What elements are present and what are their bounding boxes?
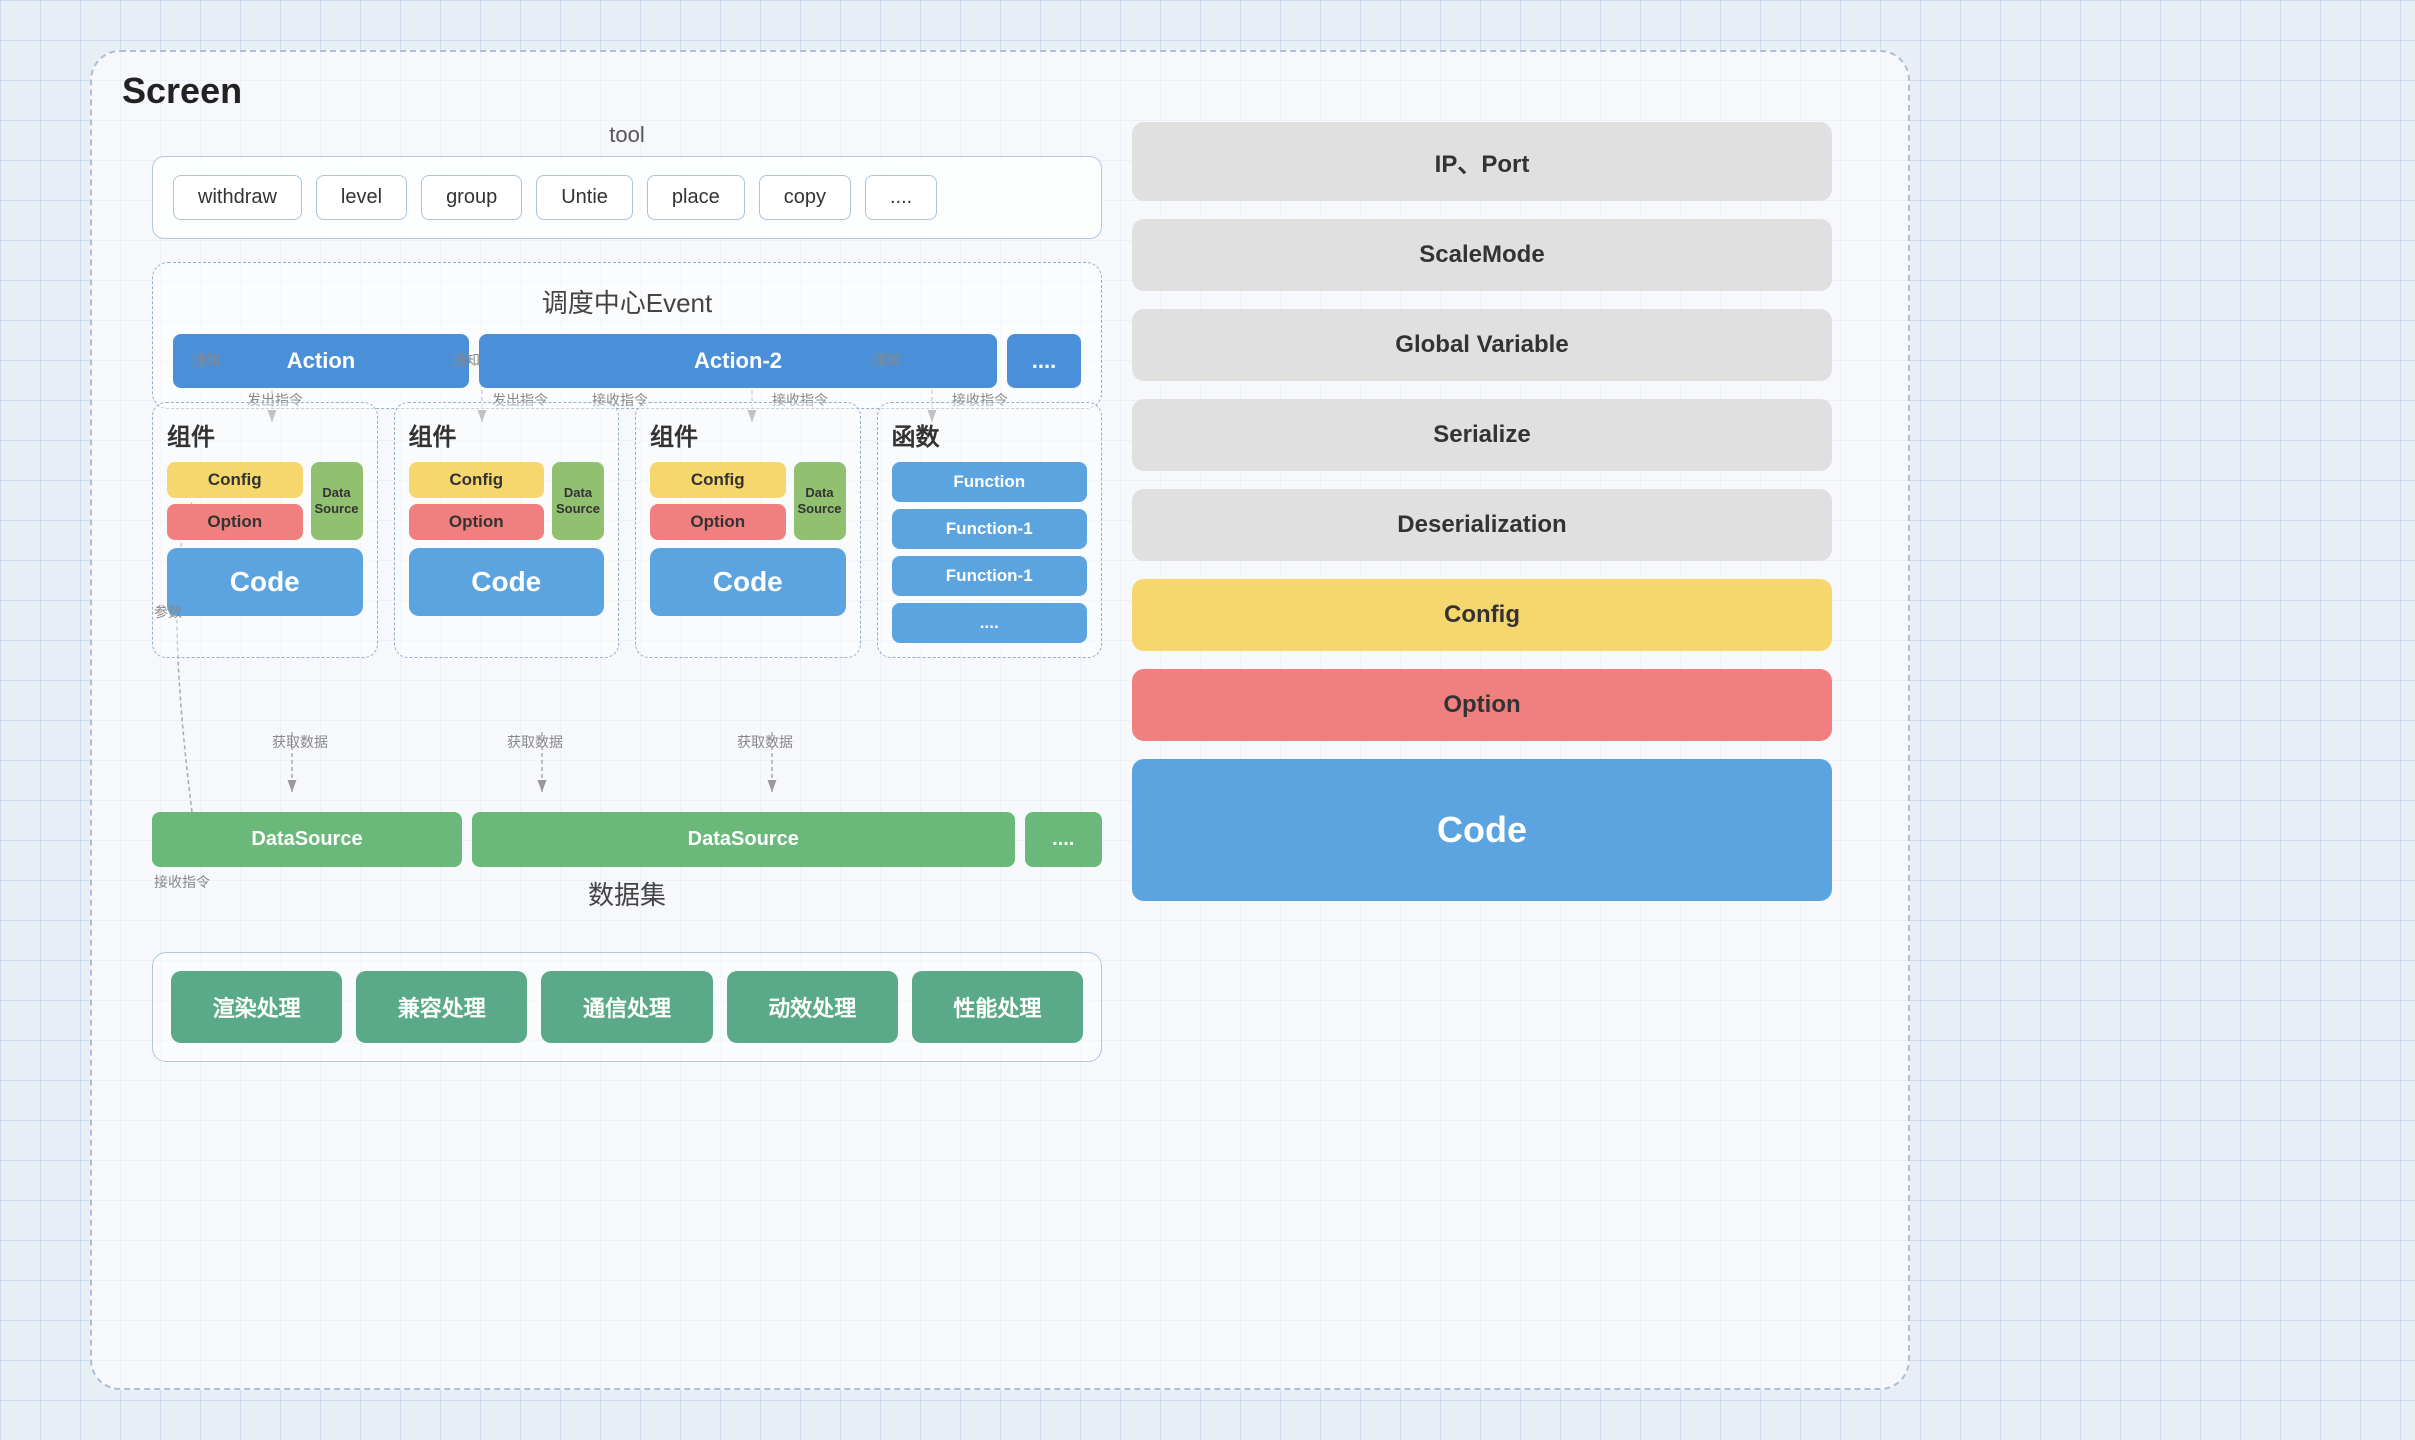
render-process-btn[interactable]: 渲染处理 — [171, 971, 342, 1043]
component-title-1: 组件 — [167, 417, 363, 452]
config-chip-2[interactable]: Config — [409, 462, 545, 498]
datasource-chip-1: Data Source — [311, 462, 363, 540]
event-label: 调度中心Event — [173, 283, 1081, 320]
comp-inner-3: Config Option Data Source — [650, 462, 846, 540]
anim-process-btn[interactable]: 动效处理 — [727, 971, 898, 1043]
component-box-1: 组件 Config Option Data Source Code — [152, 402, 378, 658]
event-section: 调度中心Event Action Action-2 .... — [152, 262, 1102, 409]
notify-label-3: 通知 — [872, 350, 900, 370]
tool-more-btn[interactable]: .... — [865, 175, 937, 220]
tool-untie-btn[interactable]: Untie — [536, 175, 633, 220]
params-label: 参数 — [154, 602, 182, 622]
comm-process-btn[interactable]: 通信处理 — [541, 971, 712, 1043]
datasource-chip-2: Data Source — [552, 462, 604, 540]
datasource-dots-btn[interactable]: .... — [1025, 812, 1103, 867]
tool-section: tool withdraw level group Untie place co… — [152, 122, 1102, 239]
component-box-3: 组件 Config Option Data Source Code — [635, 402, 861, 658]
sidebar-deserialization[interactable]: Deserialization — [1132, 489, 1832, 561]
sidebar-serialize[interactable]: Serialize — [1132, 399, 1832, 471]
get-data-3: 获取数据 — [737, 732, 793, 752]
datasource-chip-3: Data Source — [794, 462, 846, 540]
sidebar-config[interactable]: Config — [1132, 579, 1832, 651]
tool-place-btn[interactable]: place — [647, 175, 745, 220]
component-title-2: 组件 — [409, 417, 605, 452]
function-item-1[interactable]: Function-1 — [892, 509, 1088, 549]
datasource-section: DataSource DataSource .... 数据集 — [152, 812, 1102, 912]
processing-section: 渲染处理 兼容处理 通信处理 动效处理 性能处理 — [152, 952, 1102, 1062]
tool-label: tool — [152, 122, 1102, 148]
component-title-3: 组件 — [650, 417, 846, 452]
compat-process-btn[interactable]: 兼容处理 — [356, 971, 527, 1043]
tool-level-btn[interactable]: level — [316, 175, 407, 220]
get-data-1: 获取数据 — [272, 732, 328, 752]
comp-left-1: Config Option — [167, 462, 303, 540]
right-sidebar: IP、Port ScaleMode Global Variable Serial… — [1132, 122, 1832, 901]
perf-process-btn[interactable]: 性能处理 — [912, 971, 1083, 1043]
screen-container: Screen tool withdraw level group Untie p… — [90, 50, 1910, 1390]
notify-label-2: 通知 — [452, 350, 480, 370]
screen-title: Screen — [122, 70, 242, 112]
option-chip-3[interactable]: Option — [650, 504, 786, 540]
sidebar-code[interactable]: Code — [1132, 759, 1832, 901]
dataset-label: 数据集 — [152, 875, 1102, 912]
config-chip-3[interactable]: Config — [650, 462, 786, 498]
components-area: 组件 Config Option Data Source Code 组件 Con… — [152, 402, 1102, 658]
tool-withdraw-btn[interactable]: withdraw — [173, 175, 302, 220]
sidebar-ip-port[interactable]: IP、Port — [1132, 122, 1832, 201]
code-chip-2[interactable]: Code — [409, 548, 605, 616]
option-chip-1[interactable]: Option — [167, 504, 303, 540]
action2-btn[interactable]: Action-2 — [479, 334, 997, 388]
comp-left-3: Config Option — [650, 462, 786, 540]
config-chip-1[interactable]: Config — [167, 462, 303, 498]
tool-copy-btn[interactable]: copy — [759, 175, 851, 220]
tool-group-btn[interactable]: group — [421, 175, 522, 220]
tool-bar: withdraw level group Untie place copy ..… — [152, 156, 1102, 239]
option-chip-2[interactable]: Option — [409, 504, 545, 540]
action-row: Action Action-2 .... — [173, 334, 1081, 388]
function-dots[interactable]: .... — [892, 603, 1088, 643]
code-chip-3[interactable]: Code — [650, 548, 846, 616]
function-item-2[interactable]: Function-1 — [892, 556, 1088, 596]
sidebar-global-variable[interactable]: Global Variable — [1132, 309, 1832, 381]
notify-label-1: 通知 — [192, 350, 220, 370]
comp-inner-2: Config Option Data Source — [409, 462, 605, 540]
datasource-btn-2[interactable]: DataSource — [472, 812, 1015, 867]
component-box-2: 组件 Config Option Data Source Code — [394, 402, 620, 658]
comp-inner-1: Config Option Data Source — [167, 462, 363, 540]
datasource-row: DataSource DataSource .... — [152, 812, 1102, 867]
function-item-0[interactable]: Function — [892, 462, 1088, 502]
sidebar-scalemode[interactable]: ScaleMode — [1132, 219, 1832, 291]
comp-left-2: Config Option — [409, 462, 545, 540]
function-box: 函数 Function Function-1 Function-1 .... — [877, 402, 1103, 658]
sidebar-option[interactable]: Option — [1132, 669, 1832, 741]
get-data-2: 获取数据 — [507, 732, 563, 752]
function-title: 函数 — [892, 417, 1088, 452]
action-dots-btn[interactable]: .... — [1007, 334, 1081, 388]
code-chip-1[interactable]: Code — [167, 548, 363, 616]
datasource-btn-1[interactable]: DataSource — [152, 812, 462, 867]
